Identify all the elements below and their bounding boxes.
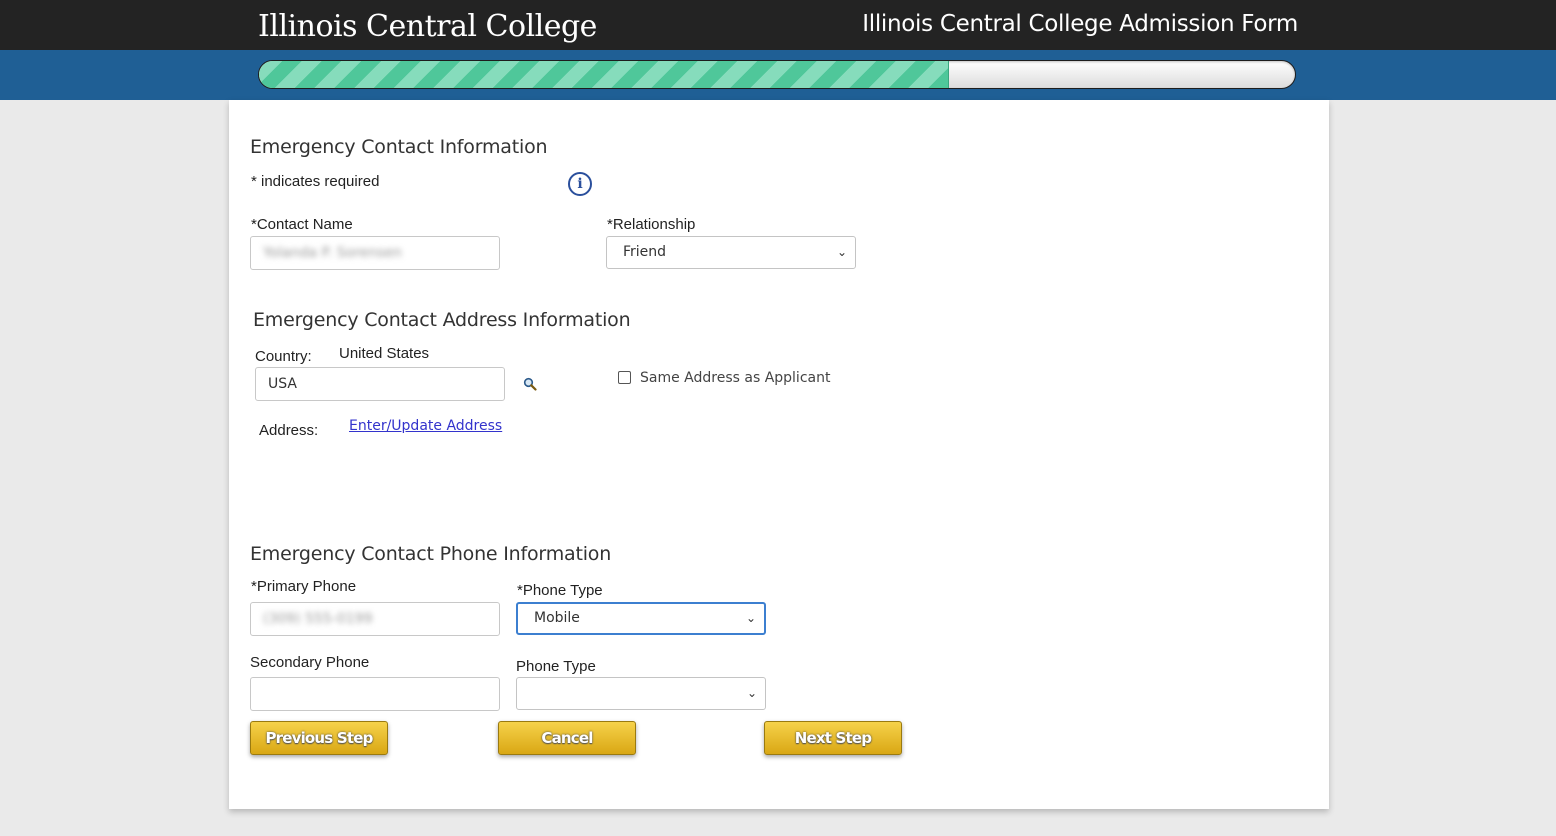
required-note: * indicates required	[251, 173, 380, 190]
cancel-button[interactable]: Cancel	[498, 721, 636, 755]
address-label: Address:	[259, 422, 319, 439]
relationship-value: Friend	[623, 244, 667, 260]
secondary-phone-label: Secondary Phone	[250, 654, 370, 671]
address-heading: Emergency Contact Address Information	[253, 309, 631, 331]
contact-name-field[interactable]: Yolanda P. Sorensen	[250, 236, 500, 270]
college-logo: Illinois Central College	[258, 9, 597, 44]
same-address-checkbox[interactable]	[618, 371, 631, 384]
primary-phone-type-value: Mobile	[534, 610, 580, 626]
primary-phone-value: (309) 555-0199	[263, 611, 373, 627]
form-panel: Emergency Contact Information * indicate…	[229, 100, 1329, 809]
progress-fill	[259, 61, 949, 88]
phone-heading: Emergency Contact Phone Information	[250, 543, 612, 565]
relationship-label: *Relationship	[607, 216, 696, 233]
primary-phone-label: *Primary Phone	[251, 578, 357, 595]
enter-update-address-link[interactable]: Enter/Update Address	[349, 418, 502, 434]
country-code-field[interactable]: USA	[255, 367, 505, 401]
same-address-label: Same Address as Applicant	[640, 370, 831, 386]
secondary-phone-type-select[interactable]: ⌄	[516, 677, 766, 710]
chevron-down-icon: ⌄	[746, 686, 757, 700]
contact-name-value: Yolanda P. Sorensen	[263, 245, 402, 261]
search-icon[interactable]	[523, 377, 537, 391]
progress-bar	[258, 60, 1296, 89]
info-icon[interactable]: i	[568, 172, 592, 196]
contact-name-label: *Contact Name	[251, 216, 353, 233]
emergency-contact-heading: Emergency Contact Information	[250, 136, 548, 158]
previous-step-button[interactable]: Previous Step	[250, 721, 388, 755]
top-header: Illinois Central College Illinois Centra…	[0, 0, 1556, 50]
primary-phone-type-select[interactable]: Mobile ⌄	[516, 602, 766, 635]
country-label: Country:	[255, 348, 312, 365]
primary-phone-field[interactable]: (309) 555-0199	[250, 602, 500, 636]
secondary-phone-field[interactable]	[250, 677, 500, 711]
country-code-value: USA	[268, 376, 297, 392]
relationship-select[interactable]: Friend ⌄	[606, 236, 856, 269]
primary-phone-type-label: *Phone Type	[517, 582, 603, 599]
form-title: Illinois Central College Admission Form	[862, 11, 1298, 37]
chevron-down-icon: ⌄	[745, 611, 756, 625]
next-step-button[interactable]: Next Step	[764, 721, 902, 755]
chevron-down-icon: ⌄	[836, 245, 847, 259]
secondary-phone-type-label: Phone Type	[516, 658, 596, 675]
country-name: United States	[339, 345, 430, 362]
